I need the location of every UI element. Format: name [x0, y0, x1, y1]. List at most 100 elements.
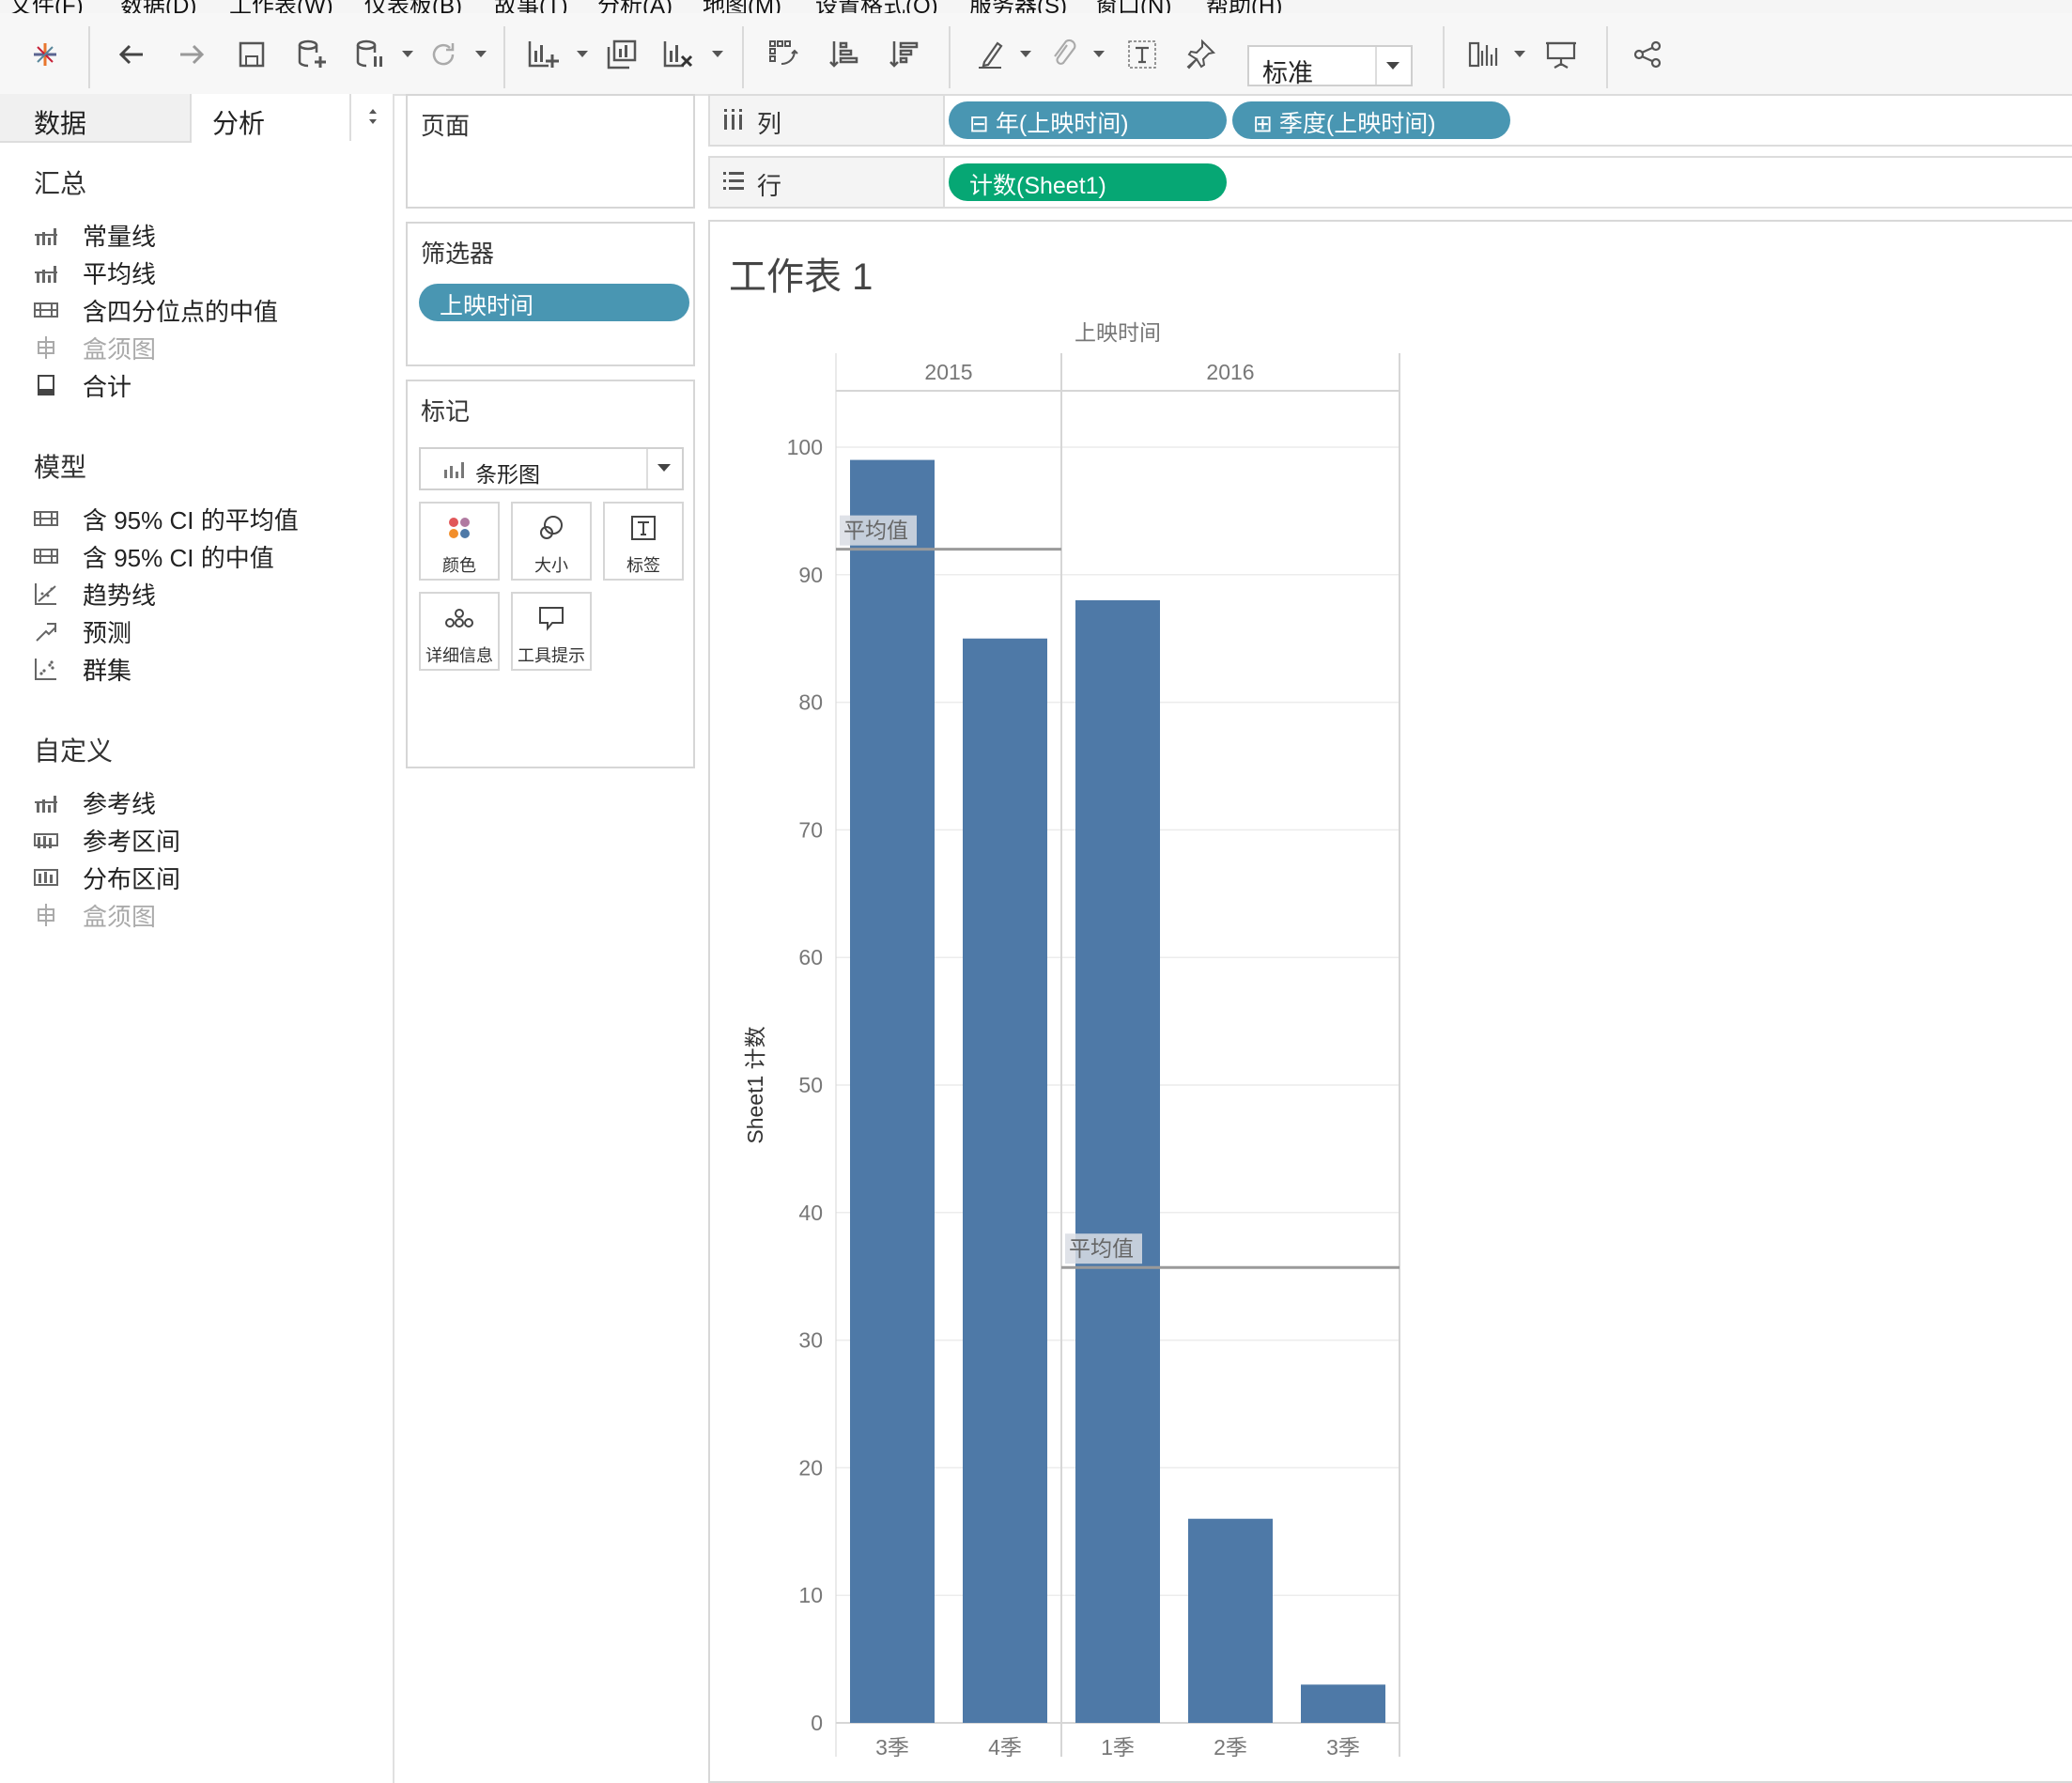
column-pill-quarter[interactable]: ⊞ 季度(上映时间)	[1232, 101, 1510, 139]
analytics-item-cluster[interactable]: 群集	[34, 650, 131, 688]
marks-size-button[interactable]: 大小	[511, 502, 592, 581]
y-tick-label: 60	[798, 945, 823, 969]
menu-format[interactable]: 设置格式(O)	[815, 0, 938, 13]
analytics-item-reference-line[interactable]: 参考线	[34, 783, 156, 821]
menu-dashboard[interactable]: 仪表板(B)	[364, 0, 462, 13]
clear-sheet-icon[interactable]	[657, 34, 699, 75]
marks-color-label: 颜色	[442, 556, 476, 575]
refresh-icon[interactable]	[423, 34, 464, 75]
new-datasource-icon[interactable]	[291, 34, 332, 75]
analytics-item-label: 常量线	[83, 222, 157, 251]
forecast-icon	[34, 619, 58, 643]
y-tick-label: 80	[798, 690, 823, 715]
analytics-item-label: 参考区间	[83, 827, 181, 856]
highlight-icon[interactable]	[969, 34, 1011, 75]
label-icon	[631, 516, 656, 540]
sort-ascending-icon[interactable]	[823, 34, 864, 75]
pages-card[interactable]: 页面	[406, 94, 695, 209]
analytics-item-forecast[interactable]: 预测	[34, 612, 131, 650]
analytics-item-reference-band[interactable]: 参考区间	[34, 821, 180, 859]
x-tick-label: 2季	[1214, 1735, 1247, 1757]
median-ci-icon	[34, 544, 58, 568]
save-icon[interactable]	[231, 34, 272, 75]
presentation-icon[interactable]	[1540, 34, 1582, 75]
menu-analysis[interactable]: 分析(A)	[597, 0, 673, 13]
detail-icon	[445, 609, 473, 628]
pin-icon[interactable]	[1180, 34, 1221, 75]
menu-help[interactable]: 帮助(H)	[1206, 0, 1282, 13]
row-pill-count[interactable]: 计数(Sheet1)	[949, 163, 1227, 201]
marks-detail-label: 详细信息	[425, 646, 493, 665]
filter-pill[interactable]: 上映时间	[419, 284, 689, 321]
column-pill-year[interactable]: ⊟ 年(上映时间)	[949, 101, 1227, 139]
bar-chart: 上映时间 0 10 20 30 40 50 60 70 80 90 100 Sheet1 计数 平均…	[743, 320, 1400, 1757]
marks-card: 标记 条形图 颜色 大小 标签 详细信息 工具提示	[406, 380, 695, 768]
analytics-item-distribution-band[interactable]: 分布区间	[34, 859, 180, 896]
y-axis-ticks: 0 10 20 30 40 50 60 70 80 90 100	[787, 435, 823, 1735]
row-pill-count-label: 计数(Sheet1)	[969, 173, 1106, 199]
totals-icon	[34, 373, 58, 397]
bar	[1301, 1684, 1385, 1723]
analytics-item-label: 含 95% CI 的平均值	[83, 505, 299, 535]
y-tick-label: 20	[798, 1455, 823, 1480]
group-icon[interactable]	[1043, 34, 1084, 75]
menu-story[interactable]: 故事(T)	[494, 0, 568, 13]
menu-window[interactable]: 窗口(N)	[1095, 0, 1171, 13]
new-worksheet-icon[interactable]	[522, 34, 564, 75]
analytics-item-average-line[interactable]: 平均线	[34, 254, 156, 291]
menu-map[interactable]: 地图(M)	[703, 0, 781, 13]
columns-shelf[interactable]: 列 ⊟ 年(上映时间) ⊞ 季度(上映时间)	[708, 94, 2072, 147]
swap-axes-icon[interactable]	[763, 34, 804, 75]
analytics-item-median-quartiles[interactable]: 含四分位点的中值	[34, 291, 278, 329]
menu-file[interactable]: 文件(F)	[9, 0, 84, 13]
analytics-item-median-ci[interactable]: 含 95% CI 的中值	[34, 537, 274, 575]
analytics-item-trend-line[interactable]: 趋势线	[34, 575, 156, 612]
toolbar: 标准	[0, 13, 2072, 96]
column-pill-year-label: ⊟ 年(上映时间)	[969, 111, 1129, 137]
mark-type-select[interactable]: 条形图	[419, 447, 684, 490]
label-icon[interactable]	[1121, 34, 1163, 75]
columns-shelf-title: 列	[757, 110, 782, 138]
tableau-logo-icon[interactable]	[24, 34, 66, 75]
filters-card[interactable]: 筛选器 上映时间	[406, 222, 695, 366]
y-tick-label: 50	[798, 1073, 823, 1097]
marks-card-title: 标记	[421, 397, 471, 426]
marks-label-button[interactable]: 标签	[603, 502, 684, 581]
marks-tooltip-button[interactable]: 工具提示	[511, 592, 592, 671]
redo-icon[interactable]	[171, 34, 212, 75]
pause-autoupdate-icon[interactable]	[349, 34, 391, 75]
analytics-item-constant-line[interactable]: 常量线	[34, 216, 156, 254]
share-icon[interactable]	[1627, 34, 1668, 75]
section-custom-title: 自定义	[34, 736, 114, 766]
menu-server[interactable]: 服务器(S)	[969, 0, 1067, 13]
pane-sort-button[interactable]	[349, 94, 394, 141]
x-tick-label: 4季	[988, 1735, 1022, 1757]
analytics-item-box-plot[interactable]: 盒须图	[34, 329, 156, 366]
y-tick-label: 30	[798, 1328, 823, 1353]
average-ci-icon	[34, 506, 58, 531]
sort-descending-icon[interactable]	[883, 34, 924, 75]
x-axis-ticks: 3季 4季 1季 2季 3季	[875, 1735, 1360, 1757]
duplicate-sheet-icon[interactable]	[601, 34, 642, 75]
fit-select[interactable]: 标准	[1247, 45, 1413, 87]
marks-color-button[interactable]: 颜色	[419, 502, 500, 581]
y-axis-label: Sheet1 计数	[743, 1026, 767, 1143]
x-tick-label: 3季	[1326, 1735, 1360, 1757]
analytics-item-totals[interactable]: 合计	[34, 366, 131, 404]
show-me-icon[interactable]	[1463, 34, 1505, 75]
rows-shelf[interactable]: 行 计数(Sheet1)	[708, 156, 2072, 209]
undo-icon[interactable]	[111, 34, 152, 75]
bar	[1075, 599, 1160, 1723]
analytics-item-box-plot-custom[interactable]: 盒须图	[34, 896, 156, 934]
chevron-down-icon[interactable]	[1375, 47, 1411, 85]
tab-data[interactable]: 数据	[0, 94, 192, 143]
menu-data[interactable]: 数据(D)	[120, 0, 196, 13]
analytics-item-average-ci[interactable]: 含 95% CI 的平均值	[34, 500, 299, 537]
columns-shelf-label: 列	[710, 96, 945, 145]
chevron-down-icon[interactable]	[646, 449, 682, 488]
marks-label-label: 标签	[626, 556, 660, 575]
menu-worksheet[interactable]: 工作表(W)	[229, 0, 333, 13]
trend-line-icon	[34, 581, 58, 606]
group-headers: 2015 2016	[924, 360, 1254, 384]
marks-detail-button[interactable]: 详细信息	[419, 592, 500, 671]
